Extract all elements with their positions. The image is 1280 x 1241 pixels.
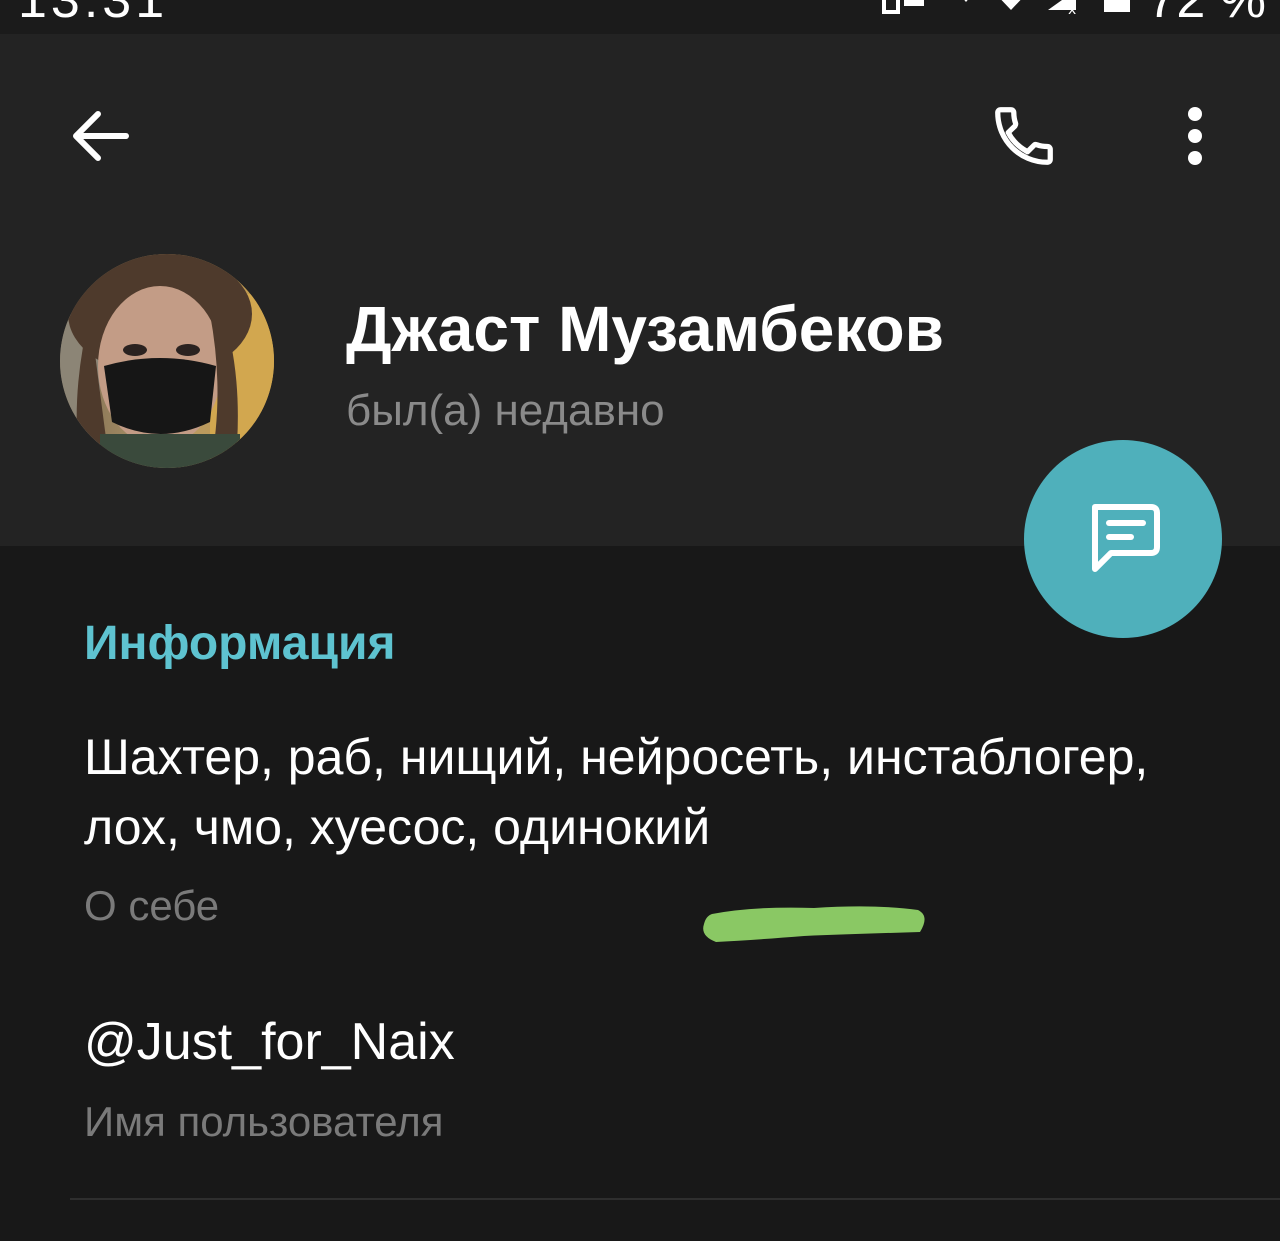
profile-name: Джаст Музамбеков — [346, 293, 944, 365]
username-value[interactable]: @Just_for_Naix — [84, 1012, 455, 1072]
battery-percent: 72 % — [1147, 0, 1266, 29]
info-section-title: Информация — [84, 617, 396, 670]
send-message-button[interactable] — [1024, 440, 1222, 638]
divider — [70, 1198, 1280, 1200]
more-options-button[interactable] — [1170, 96, 1220, 176]
arrow-left-icon — [73, 111, 129, 161]
svg-text:x: x — [1068, 2, 1076, 18]
back-button[interactable] — [60, 96, 140, 176]
green-scribble — [703, 906, 925, 942]
bio-caption: О себе — [84, 882, 220, 929]
call-button[interactable] — [982, 94, 1066, 178]
more-vertical-icon — [1188, 107, 1202, 165]
avatar[interactable] — [60, 254, 274, 468]
message-icon — [1092, 504, 1160, 572]
phone-icon — [995, 107, 1053, 165]
status-time: 13:31 — [18, 0, 169, 29]
last-seen-status: был(а) недавно — [346, 386, 665, 435]
username-caption: Имя пользователя — [84, 1098, 444, 1145]
bio-text[interactable]: Шахтер, раб, нищий, нейросеть, инстаблог… — [84, 722, 1214, 862]
avatar-photo — [60, 254, 274, 468]
status-bar: 13:31 x 72 % — [0, 0, 1280, 34]
